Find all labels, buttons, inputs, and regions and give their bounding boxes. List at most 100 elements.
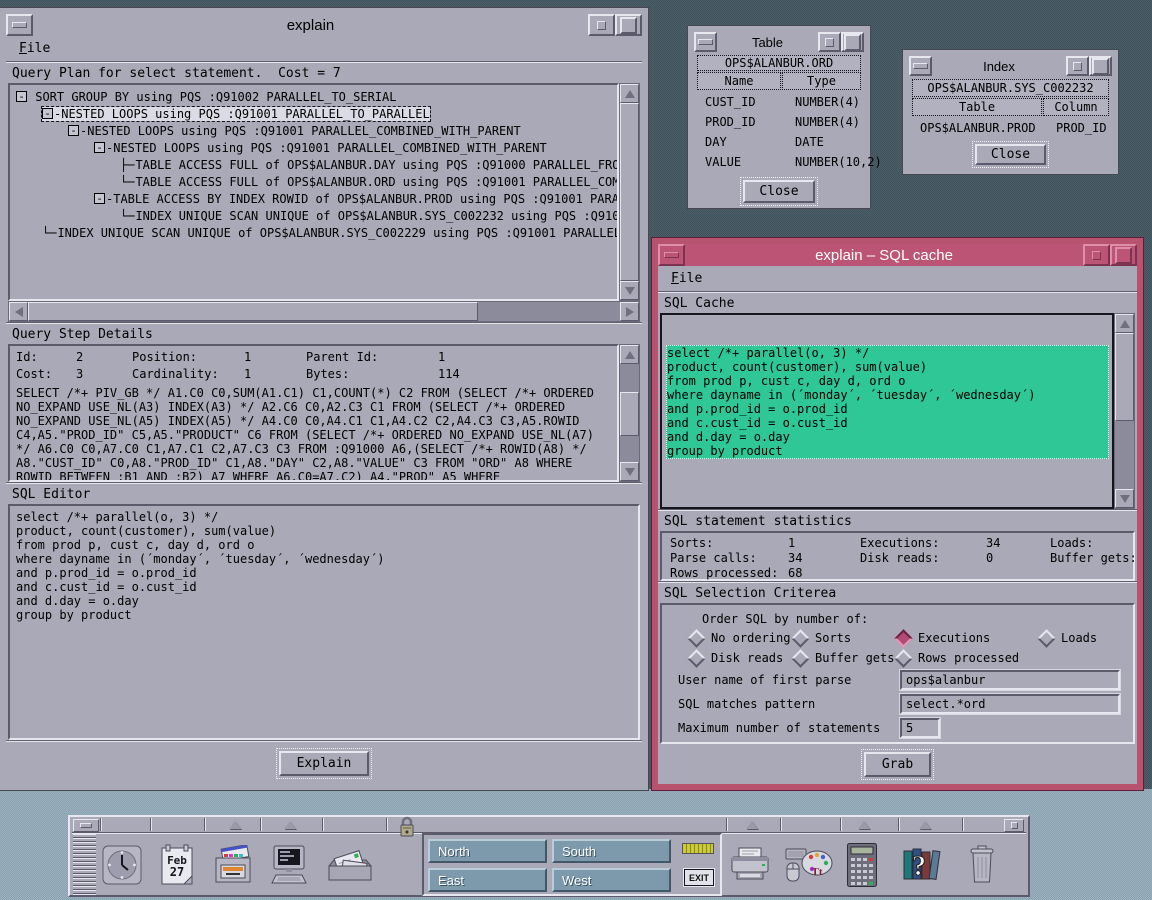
file-manager-button[interactable] — [210, 833, 258, 896]
tree-item[interactable]: ├─TABLE ACCESS FULL of OPS$ALANBUR.DAY u… — [10, 156, 617, 173]
scroll-thumb[interactable] — [1115, 333, 1134, 421]
close-button[interactable]: Close — [743, 180, 814, 203]
sql-pattern-input[interactable]: select.*ord — [900, 694, 1120, 714]
subpanel-arrow-icon[interactable] — [746, 821, 758, 829]
window-menu-button[interactable] — [694, 32, 717, 52]
style-manager-button[interactable]: Tt — [782, 833, 836, 896]
scroll-down-button[interactable] — [620, 281, 639, 300]
query-plan-tree[interactable]: - SORT GROUP BY using PQS :Q91002 PARALL… — [8, 83, 619, 301]
tree-item[interactable]: - SORT GROUP BY using PQS :Q91002 PARALL… — [10, 88, 617, 105]
sql-cache-text[interactable]: select /*+ parallel(o, 3) */product, cou… — [660, 313, 1114, 509]
window-menu-button[interactable] — [6, 14, 33, 36]
username-input[interactable]: ops$alanbur — [900, 670, 1120, 690]
tree-item[interactable]: └─INDEX UNIQUE SCAN UNIQUE of OPS$ALANBU… — [10, 207, 617, 224]
max-statements-input[interactable]: 5 — [900, 718, 940, 738]
column-header[interactable]: Type — [782, 72, 861, 90]
mail-button[interactable] — [324, 833, 376, 896]
radio-buffer-gets[interactable]: Buffer gets — [794, 651, 897, 665]
scroll-up-button[interactable] — [620, 345, 639, 364]
tree-item[interactable]: └─TABLE ACCESS FULL of OPS$ALANBUR.ORD u… — [10, 173, 617, 190]
column-header[interactable]: Table — [912, 98, 1042, 116]
window-menu-button[interactable] — [909, 56, 932, 76]
printer-button[interactable] — [726, 833, 774, 896]
workspace-button-east[interactable]: East — [428, 868, 547, 892]
tree-vscrollbar[interactable] — [619, 83, 640, 301]
step-sql-text[interactable]: SELECT /*+ PIV_GB */ A1.C0 C0,SUM(A1.C1)… — [16, 386, 611, 482]
close-button[interactable]: Close — [975, 144, 1046, 165]
terminal-button[interactable] — [264, 833, 314, 896]
calendar-button[interactable]: Feb 27 — [154, 833, 200, 896]
sql-cache-selected-text[interactable]: select /*+ parallel(o, 3) */product, cou… — [666, 345, 1109, 459]
lock-button[interactable] — [398, 815, 416, 843]
table-row[interactable]: DAYDATE — [697, 132, 861, 152]
sql-cache-unselected-text[interactable]: explain plan set statement_id = ´17554´ … — [666, 487, 1112, 509]
calculator-button[interactable] — [842, 833, 882, 896]
tree-item[interactable]: └─INDEX UNIQUE SCAN UNIQUE of OPS$ALANBU… — [10, 224, 617, 241]
scroll-left-button[interactable] — [9, 302, 28, 321]
subpanel-arrow-icon[interactable] — [858, 821, 870, 829]
subpanel-arrow-icon[interactable] — [229, 821, 241, 829]
clock-button[interactable] — [98, 833, 146, 896]
column-header[interactable]: Column — [1043, 98, 1109, 116]
column-header[interactable]: Name — [697, 72, 781, 90]
sql-cache-titlebar[interactable]: explain – SQL cache — [658, 244, 1137, 266]
workspace-button-north[interactable]: North — [428, 839, 547, 863]
panel-menu-button[interactable] — [73, 819, 99, 832]
subpanel-arrow-icon[interactable] — [284, 821, 296, 829]
cache-vscrollbar[interactable] — [1114, 313, 1135, 509]
tree-item[interactable]: --TABLE ACCESS BY INDEX ROWID of OPS$ALA… — [10, 190, 617, 207]
panel-handle[interactable] — [73, 834, 96, 895]
scroll-up-button[interactable] — [1115, 314, 1134, 333]
minimize-button[interactable] — [1066, 56, 1089, 76]
workspace-button-south[interactable]: South — [552, 839, 671, 863]
table-titlebar[interactable]: Table — [694, 32, 864, 52]
maximize-button[interactable] — [615, 14, 642, 36]
tree-expander-icon[interactable]: - — [42, 108, 53, 119]
scroll-down-button[interactable] — [1115, 489, 1134, 508]
radio-sorts[interactable]: Sorts — [794, 631, 897, 645]
panel-minimize-button[interactable] — [1004, 819, 1024, 832]
sql-editor-text[interactable]: select /*+ parallel(o, 3) */product, cou… — [8, 504, 640, 740]
tree-item[interactable]: --NESTED LOOPS using PQS :Q91001 PARALLE… — [10, 122, 617, 139]
maximize-button[interactable] — [841, 32, 864, 52]
scroll-thumb[interactable] — [620, 392, 639, 436]
scroll-trough[interactable] — [1115, 421, 1134, 489]
table-row[interactable]: PROD_IDNUMBER(4) — [697, 112, 861, 132]
radio-disk-reads[interactable]: Disk reads — [690, 651, 794, 665]
minimize-button[interactable] — [588, 14, 615, 36]
radio-loads[interactable]: Loads — [1040, 631, 1133, 645]
tree-selected-item[interactable]: --NESTED LOOPS using PQS :Q91001 PARALLE… — [42, 107, 430, 121]
workspace-button-west[interactable]: West — [552, 868, 671, 892]
tree-expander-icon[interactable]: - — [94, 142, 105, 153]
scroll-down-button[interactable] — [620, 462, 639, 481]
maximize-button[interactable] — [1110, 244, 1137, 266]
details-vscrollbar[interactable] — [619, 344, 640, 482]
scroll-trough[interactable] — [478, 302, 620, 321]
maximize-button[interactable] — [1089, 56, 1112, 76]
radio-no-ordering[interactable]: No ordering — [690, 631, 794, 645]
file-menu[interactable]: File — [667, 269, 706, 288]
trash-button[interactable] — [962, 833, 1002, 896]
tree-hscrollbar[interactable] — [8, 301, 640, 322]
explain-titlebar[interactable]: explain — [6, 14, 642, 36]
subpanel-arrow-icon[interactable] — [919, 821, 931, 829]
minimize-button[interactable] — [818, 32, 841, 52]
tree-item[interactable]: --NESTED LOOPS using PQS :Q91001 PARALLE… — [10, 105, 617, 122]
table-row[interactable]: OPS$ALANBUR.PRODPROD_ID — [912, 118, 1109, 138]
index-titlebar[interactable]: Index — [909, 56, 1112, 76]
window-menu-button[interactable] — [658, 244, 685, 266]
tree-expander-icon[interactable]: - — [16, 91, 27, 102]
scroll-thumb[interactable] — [620, 103, 639, 281]
table-row[interactable]: VALUENUMBER(10,2) — [697, 152, 861, 172]
minimize-button[interactable] — [1083, 244, 1110, 266]
scroll-trough[interactable] — [620, 364, 639, 392]
help-button[interactable]: ? — [898, 833, 946, 896]
file-menu[interactable]: File — [15, 39, 54, 58]
tree-expander-icon[interactable]: - — [94, 193, 105, 204]
scroll-right-button[interactable] — [620, 302, 639, 321]
scroll-thumb[interactable] — [28, 302, 478, 321]
grab-button[interactable]: Grab — [864, 752, 931, 777]
table-row[interactable]: CUST_IDNUMBER(4) — [697, 92, 861, 112]
exit-button[interactable]: EXIT — [684, 869, 714, 886]
scroll-up-button[interactable] — [620, 84, 639, 103]
